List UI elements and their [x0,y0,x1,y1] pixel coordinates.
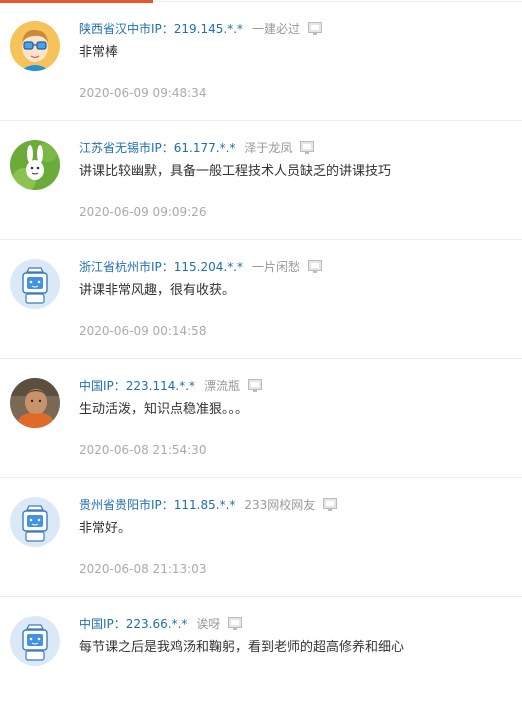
user-location-ip: 浙江省杭州市IP：115.204.*.* [79,259,244,274]
user-photo-icon [10,378,60,428]
user-nickname: 一片闲愁 [252,259,301,274]
comment-item: 浙江省杭州市IP：115.204.*.* 一片闲愁 讲课非常风趣，很有收获。 2… [0,240,522,359]
avatar [10,616,60,666]
comment-meta: 中国IP：223.114.*.* 漂流瓶 [79,376,263,394]
user-location-ip: 中国IP：223.66.*.* [79,616,188,631]
robot-avatar-icon [10,259,60,309]
robot-avatar-icon [10,616,60,666]
comment-item: 中国IP：223.66.*.* 诶呀 每节课之后是我鸡汤和鞠躬，看到老师的超高修… [0,597,522,715]
user-location-ip: 贵州省贵阳市IP：111.85.*.* [79,497,236,512]
report-icon[interactable] [308,21,323,35]
user-location-ip: 江苏省无锡市IP：61.177.*.* [79,140,236,155]
avatar [10,497,60,547]
comment-text: 讲课比较幽默，具备一般工程技术人员缺乏的讲课技巧 [79,164,392,179]
report-icon[interactable] [248,378,263,392]
comment-item: 江苏省无锡市IP：61.177.*.* 泽于龙凤 讲课比较幽默，具备一般工程技术… [0,121,522,240]
comment-timestamp: 2020-06-08 21:54:30 [79,443,207,457]
report-icon[interactable] [228,616,243,630]
user-location-ip: 中国IP：223.114.*.* [79,378,196,393]
comment-timestamp: 2020-06-09 09:09:26 [79,205,207,219]
comment-meta: 贵州省贵阳市IP：111.85.*.* 233网校网友 [79,495,338,513]
comment-timestamp: 2020-06-08 21:13:03 [79,562,207,576]
comment-meta: 浙江省杭州市IP：115.204.*.* 一片闲愁 [79,257,323,275]
report-icon[interactable] [323,497,338,511]
comment-text: 非常棒 [79,45,119,60]
user-nickname: 一建必过 [252,21,301,36]
cartoon-man-avatar-icon [10,21,60,71]
comment-meta: 陕西省汉中市IP：219.145.*.* 一建必过 [79,19,323,37]
rabbit-avatar-icon [10,140,60,190]
comment-text: 生动活泼，知识点稳准狠。。。 [79,402,249,417]
comment-item: 陕西省汉中市IP：219.145.*.* 一建必过 非常棒 2020-06-09… [0,2,522,121]
user-nickname: 诶呀 [196,616,221,631]
user-nickname: 233网校网友 [244,497,316,512]
comment-item: 贵州省贵阳市IP：111.85.*.* 233网校网友 非常好。 2020-06… [0,478,522,597]
user-location-ip: 陕西省汉中市IP：219.145.*.* [79,21,244,36]
comment-text: 讲课非常风趣，很有收获。 [79,283,236,298]
avatar [10,21,60,71]
user-nickname: 泽于龙凤 [244,140,293,155]
comment-text: 每节课之后是我鸡汤和鞠躬，看到老师的超高修养和细心 [79,640,405,655]
avatar [10,378,60,428]
comment-meta: 中国IP：223.66.*.* 诶呀 [79,614,243,632]
comment-timestamp: 2020-06-09 09:48:34 [79,86,207,100]
comment-item: 中国IP：223.114.*.* 漂流瓶 生动活泼，知识点稳准狠。。。 2020… [0,359,522,478]
comment-meta: 江苏省无锡市IP：61.177.*.* 泽于龙凤 [79,138,315,156]
comment-text: 非常好。 [79,521,132,536]
report-icon[interactable] [308,259,323,273]
avatar [10,259,60,309]
robot-avatar-icon [10,497,60,547]
report-icon[interactable] [300,140,315,154]
comment-timestamp: 2020-06-09 00:14:58 [79,324,207,338]
avatar [10,140,60,190]
comment-list: 陕西省汉中市IP：219.145.*.* 一建必过 非常棒 2020-06-09… [0,2,522,715]
user-nickname: 漂流瓶 [204,378,241,393]
